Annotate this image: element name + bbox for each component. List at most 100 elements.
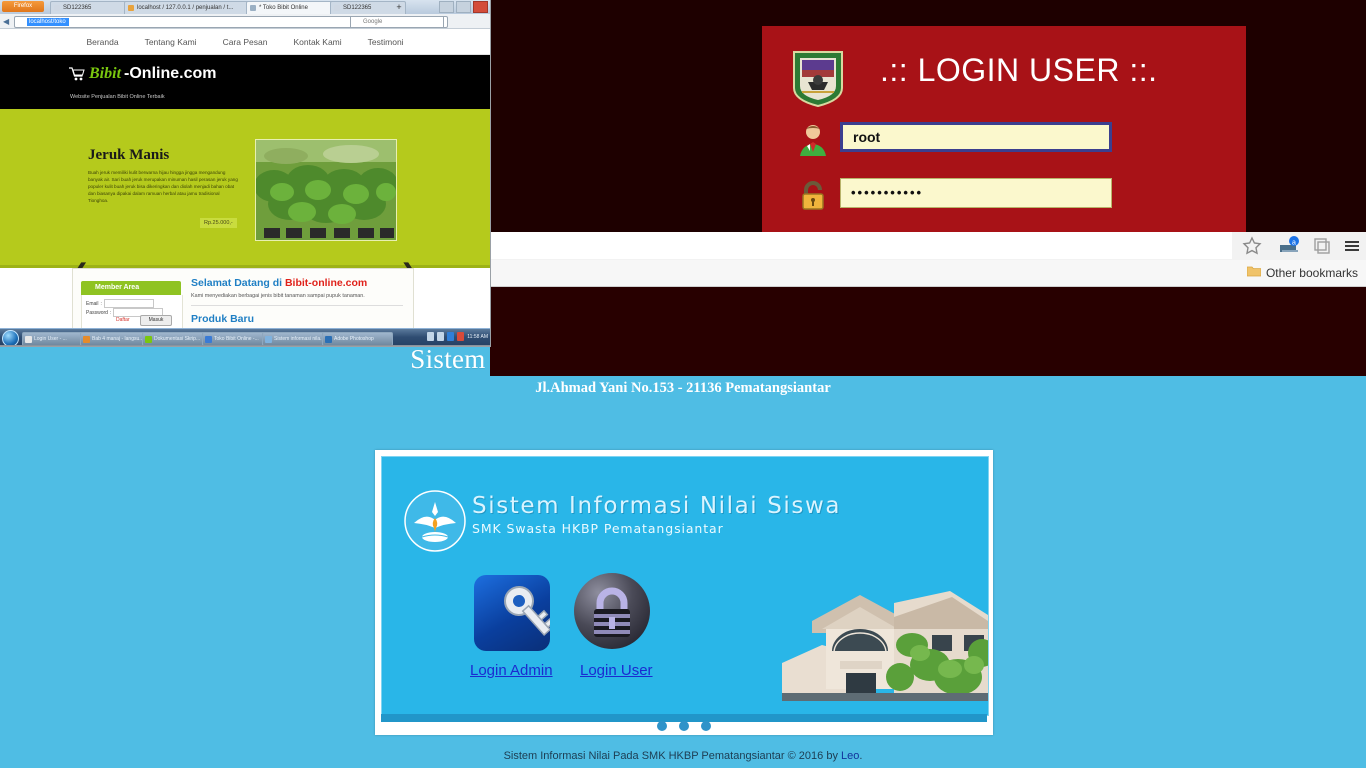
password-input[interactable]: •••••••••••: [840, 178, 1112, 208]
school-crest-icon: [790, 48, 846, 108]
chrome-toolbar: a: [490, 232, 1366, 261]
system-tray[interactable]: 11:58 AM: [427, 332, 488, 341]
email-label: Email: [86, 300, 99, 307]
login-panel-title: .:: LOGIN USER ::.: [880, 52, 1158, 88]
menu-item-tentang-kami[interactable]: Tentang Kami: [145, 37, 197, 47]
tab-label: * Toko Bibit Online: [259, 5, 308, 11]
page-footer: Sistem Informasi Nilai Pada SMK HKBP Pem…: [0, 750, 1366, 762]
carousel-dot[interactable]: [701, 721, 712, 731]
taskbar-button-label: Adobe Photoshop: [334, 336, 374, 342]
carousel-dot[interactable]: [656, 721, 667, 731]
menu-item-testimoni[interactable]: Testimoni: [368, 37, 404, 47]
firefox-browser-window: Firefox SD122365 localhost / 127.0.0.1 /…: [0, 0, 491, 347]
omnibox-area[interactable]: [490, 232, 1232, 259]
taskbar-button[interactable]: Adobe Photoshop: [322, 332, 393, 346]
username-input[interactable]: root: [840, 122, 1112, 152]
tray-icon[interactable]: [437, 332, 445, 341]
bookmark-star-icon[interactable]: [1242, 236, 1262, 256]
svg-text:a: a: [1292, 240, 1296, 247]
content-panel: Member Area Email : Password : Daftar Ma…: [72, 268, 414, 328]
menu-item-beranda[interactable]: Beranda: [86, 37, 118, 47]
login-selection-card: Sistem Informasi Nilai Siswa SMK Swasta …: [375, 450, 993, 735]
taskbar-clock[interactable]: 11:58 AM: [467, 334, 488, 340]
footer-text: Sistem Informasi Nilai Pada SMK HKBP Pem…: [503, 750, 842, 762]
welcome-subtext: Kami menyediakan berbagai jenis bibit ta…: [191, 293, 365, 299]
taskbar-icon: [205, 335, 212, 343]
site-main-menu: Beranda Tentang Kami Cara Pesan Kontak K…: [0, 29, 490, 55]
shopping-cart-icon: [68, 67, 86, 81]
taskbar-button-label: Dokumentasi Skrip...: [154, 336, 201, 342]
padlock-orb-icon[interactable]: [574, 573, 650, 649]
site-lower-content: Member Area Email : Password : Daftar Ma…: [0, 268, 490, 328]
card-brand: Sistem Informasi Nilai Siswa SMK Swasta …: [472, 493, 841, 536]
firefox-menu-button[interactable]: Firefox: [2, 1, 44, 12]
produk-baru-heading: Produk Baru: [191, 313, 255, 325]
logo-text-online: -Online.com: [124, 65, 217, 82]
maximize-button[interactable]: [456, 1, 471, 13]
taskbar-button-label: Toko Bibit Online -...: [214, 336, 259, 342]
content-divider: [191, 305, 403, 306]
tray-icon[interactable]: [427, 332, 435, 341]
login-user-link[interactable]: Login User: [580, 662, 653, 679]
firefox-nav-bar: ◀ localhost/toko Google: [0, 14, 490, 29]
hamburger-menu-icon[interactable]: [1342, 236, 1362, 256]
key-icon[interactable]: [474, 575, 555, 651]
carousel-dot[interactable]: [679, 721, 689, 731]
hero-product-image: [255, 139, 397, 241]
school-building-photo: [782, 573, 988, 701]
window-controls[interactable]: [439, 1, 488, 13]
footer-period: .: [859, 750, 863, 762]
tray-icon[interactable]: [457, 332, 465, 341]
site-logo[interactable]: Bibit -Online.com: [68, 65, 216, 83]
hero-product-title: Jeruk Manis: [88, 147, 170, 163]
welcome-prefix: Selamat Datang di: [191, 277, 285, 289]
chrome-browser-window: .:: LOGIN USER ::. root ••••••••••• a Ot…: [490, 0, 1366, 376]
card-brand-subtitle: SMK Swasta HKBP Pematangsiantar: [472, 521, 724, 536]
minimize-button[interactable]: [439, 1, 454, 13]
taskbar-button-label: Sistem informasi nila...: [274, 336, 325, 342]
logo-text-bibit: Bibit: [89, 65, 122, 82]
login-admin-link[interactable]: Login Admin: [470, 662, 553, 679]
hero-product-description: Buah jeruk memiliki kulit berwarna hijau…: [88, 170, 238, 204]
login-submit-button[interactable]: Masuk: [140, 315, 172, 326]
email-row: Email :: [86, 299, 154, 308]
tab-favicon-icon: [128, 5, 134, 11]
folder-icon: [1246, 265, 1262, 280]
new-tab-button[interactable]: +: [394, 2, 404, 12]
menu-item-kontak-kami[interactable]: Kontak Kami: [293, 37, 341, 47]
browser-tab[interactable]: localhost / 127.0.0.1 / penjualan / t...: [124, 1, 258, 14]
other-bookmarks-button[interactable]: Other bookmarks: [1246, 265, 1358, 280]
footer-author-link[interactable]: Leo: [841, 750, 859, 762]
password-label: Password: [86, 309, 108, 316]
taskbar-button-label: Bab 4 manaj - langsu...: [92, 336, 144, 342]
email-input[interactable]: [103, 299, 154, 308]
tab-favicon-icon: [250, 5, 256, 11]
search-box[interactable]: Google: [350, 16, 444, 28]
tray-icon[interactable]: [447, 332, 455, 341]
chrome-bookmarks-bar: Other bookmarks: [490, 260, 1366, 287]
close-button[interactable]: [473, 1, 488, 13]
taskbar-icon: [325, 335, 332, 343]
card-brand-title: Sistem Informasi Nilai Siswa: [472, 493, 842, 519]
window-bottom-edge: [0, 345, 490, 346]
taskbar-button-label: Login User - ...: [34, 336, 67, 342]
other-bookmarks-label: Other bookmarks: [1265, 265, 1358, 280]
back-arrow-icon[interactable]: ◀: [3, 17, 9, 26]
apps-icon[interactable]: [1312, 236, 1332, 256]
user-avatar-icon: [796, 122, 830, 156]
browser-tab-active[interactable]: * Toko Bibit Online: [246, 1, 342, 14]
page-subtitle-address: Jl.Ahmad Yani No.153 - 21136 Pematangsia…: [535, 379, 831, 396]
welcome-heading: Selamat Datang di Bibit-online.com: [191, 277, 367, 289]
register-link[interactable]: Daftar: [116, 317, 130, 323]
member-area-heading: Member Area: [81, 281, 181, 295]
tut-wuri-handayani-logo-icon: [404, 490, 466, 552]
firefox-tab-strip: Firefox SD122365 localhost / 127.0.0.1 /…: [0, 0, 490, 14]
extension-badge-icon[interactable]: a: [1278, 236, 1302, 256]
taskbar-icon: [83, 335, 90, 343]
site-header: Bibit -Online.com Website Penjualan Bibi…: [0, 55, 490, 109]
menu-item-cara-pesan[interactable]: Cara Pesan: [223, 37, 268, 47]
carousel-dots[interactable]: [375, 718, 993, 736]
padlock-icon: [796, 178, 830, 212]
tab-favicon-icon: [334, 5, 340, 11]
site-tagline: Website Penjualan Bibit Online Terbaik: [70, 94, 165, 100]
